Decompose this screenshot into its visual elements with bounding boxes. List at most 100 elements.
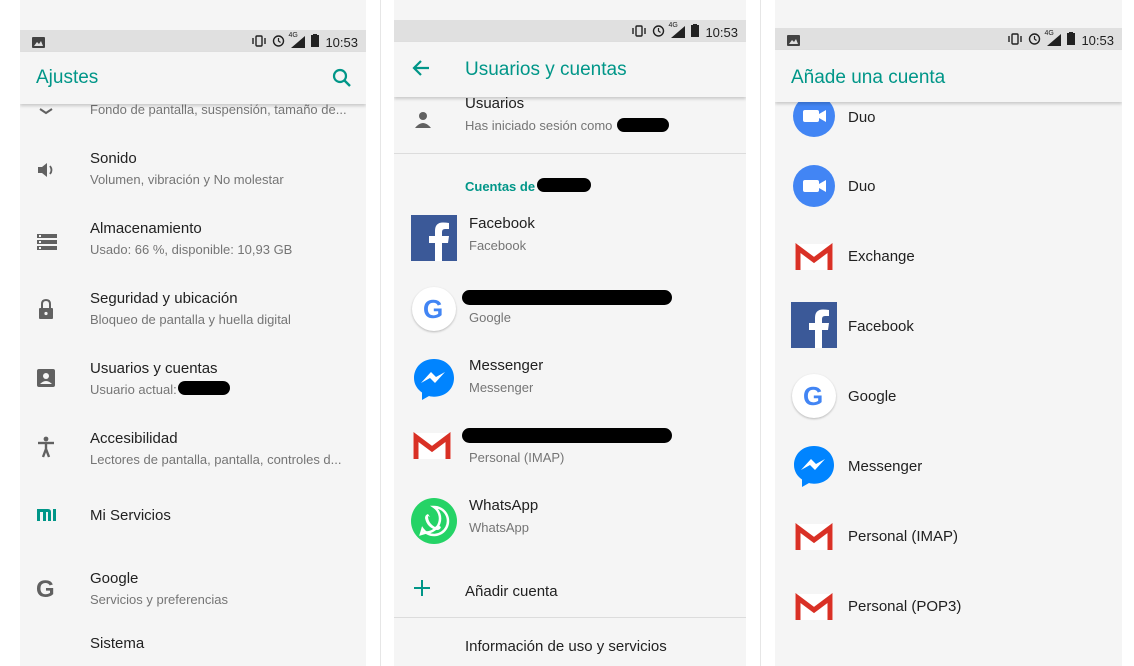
account-type-label: Messenger [848,458,923,475]
account-type-label: Google [848,388,897,405]
account-type-facebook[interactable]: Facebook [775,302,1122,358]
status-bar: 4G 10:53 [775,28,1122,50]
plus-icon [414,580,430,601]
status-bar: 4G 10:53 [394,20,746,42]
lock-icon [36,298,56,325]
redaction-mark [537,178,591,192]
alarm-icon [272,34,285,50]
settings-item-title: Google [90,570,139,587]
facebook-logo-icon [411,215,457,266]
account-title: Messenger [469,357,544,374]
signal-4g-icon: 4G [668,22,686,38]
users-title: Usuarios [465,97,525,112]
settings-item-sub: Servicios y preferencias [90,592,228,607]
volume-icon [36,160,58,185]
gmail-logo-icon [794,242,834,277]
account-sub: Messenger [469,380,534,395]
settings-item-sub: Lectores de pantalla, pantalla, controle… [90,452,342,467]
status-bar: 4G 10:53 [20,30,366,52]
gmail-logo-icon [794,522,834,557]
account-type-duo-1[interactable]: Duo [775,102,1122,140]
settings-item-users-accounts[interactable]: Usuarios y cuentas Usuario actual: [20,354,366,414]
account-item-google[interactable]: G Google [394,277,746,337]
settings-item-google[interactable]: G Google Servicios y preferencias [20,564,366,624]
settings-item-sub: Bloqueo de pantalla y huella digital [90,312,291,327]
account-type-pop3[interactable]: Personal (POP3) [775,582,1122,638]
redaction-mark [462,428,672,443]
battery-icon [1067,32,1076,48]
account-type-label: Duo [848,109,876,126]
settings-item-sound[interactable]: Sonido Volumen, vibración y No molestar [20,144,366,204]
account-item-imap[interactable]: Personal (IMAP) [394,417,746,477]
users-accounts-screen: 4G 10:53 Usuarios y cuentas Usuarios Has… [394,0,746,666]
account-type-list: Duo Duo Exchange Facebook G Google Messe… [775,102,1122,666]
account-type-label: Facebook [848,318,914,335]
users-item[interactable]: Usuarios Has iniciado sesión como [394,97,746,154]
account-sub: WhatsApp [469,520,529,535]
redaction-mark [462,290,672,305]
account-type-messenger[interactable]: Messenger [775,442,1122,498]
settings-item-title: Almacenamiento [90,220,202,237]
users-sub: Has iniciado sesión como [465,118,613,133]
back-arrow-icon[interactable] [412,60,430,81]
settings-item-title: Sonido [90,150,137,167]
redaction-mark [178,381,230,395]
add-account-label: Añadir cuenta [465,583,558,600]
clock-time: 10:53 [325,34,358,50]
account-item-facebook[interactable]: Facebook Facebook [394,207,746,267]
gmail-logo-icon [794,592,834,627]
account-box-icon [36,368,56,393]
settings-item-system[interactable]: Sistema [20,634,366,664]
messenger-logo-icon [792,444,836,493]
vibrate-icon [252,34,267,50]
redaction-mark [617,118,669,132]
account-sub: Personal (IMAP) [469,450,565,465]
account-item-messenger[interactable]: Messenger Messenger [394,347,746,407]
account-item-whatsapp[interactable]: WhatsApp WhatsApp [394,487,746,547]
image-notification-icon [32,35,45,53]
account-title: Facebook [469,215,535,232]
settings-item-storage[interactable]: Almacenamiento Usado: 66 %, disponible: … [20,214,366,274]
settings-item-accessibility[interactable]: Accesibilidad Lectores de pantalla, pant… [20,424,366,484]
settings-item-sub: Fondo de pantalla, suspensión, tamaño de… [90,104,347,117]
signal-4g-icon: 4G [288,32,306,48]
users-accounts-list: Usuarios Has iniciado sesión como Cuenta… [394,97,746,666]
settings-item-title: Usuarios y cuentas [90,360,218,377]
account-type-imap[interactable]: Personal (IMAP) [775,512,1122,568]
page-title: Usuarios y cuentas [465,59,627,80]
settings-item-title: Mi Servicios [90,507,171,524]
account-type-label: Personal (IMAP) [848,528,959,545]
person-icon [414,111,432,134]
settings-item-security[interactable]: Seguridad y ubicación Bloqueo de pantall… [20,284,366,344]
account-type-exchange[interactable]: Exchange [775,232,1122,288]
users-accounts-toolbar: Usuarios y cuentas [394,42,746,97]
storage-icon [36,234,58,255]
accessibility-icon [36,436,56,463]
account-type-google[interactable]: G Google [775,372,1122,428]
settings-item-title: Accesibilidad [90,430,178,447]
settings-list: Fondo de pantalla, suspensión, tamaño de… [20,104,366,666]
usage-info-item[interactable]: Información de uso y servicios [394,637,746,666]
add-account-toolbar: Añade una cuenta [775,50,1122,102]
section-header: Cuentas de [465,179,536,194]
chevron-icon [36,104,56,122]
settings-toolbar: Ajustes [20,52,366,104]
vibrate-icon [632,24,647,40]
account-type-label: Personal (POP3) [848,598,962,615]
settings-item-title: Sistema [90,635,145,652]
account-type-duo-2[interactable]: Duo [775,162,1122,218]
duo-logo-icon [792,102,836,143]
settings-screen: 4G 10:53 Ajustes Fondo de pantalla, susp… [20,0,366,666]
clock-time: 10:53 [1081,32,1114,48]
add-account-screen: 4G 10:53 Añade una cuenta Duo Duo Exchan… [775,0,1122,666]
settings-item-title: Seguridad y ubicación [90,290,238,307]
account-sub: Facebook [469,238,527,253]
add-account-button[interactable]: Añadir cuenta [394,567,746,618]
settings-item-display[interactable]: Fondo de pantalla, suspensión, tamaño de… [20,104,366,124]
clock-time: 10:53 [705,24,738,40]
search-icon[interactable] [332,68,352,93]
settings-item-mi-services[interactable]: Mi Servicios [20,494,366,554]
page-title: Añade una cuenta [791,67,946,88]
messenger-logo-icon [412,357,456,406]
battery-icon [311,34,320,50]
